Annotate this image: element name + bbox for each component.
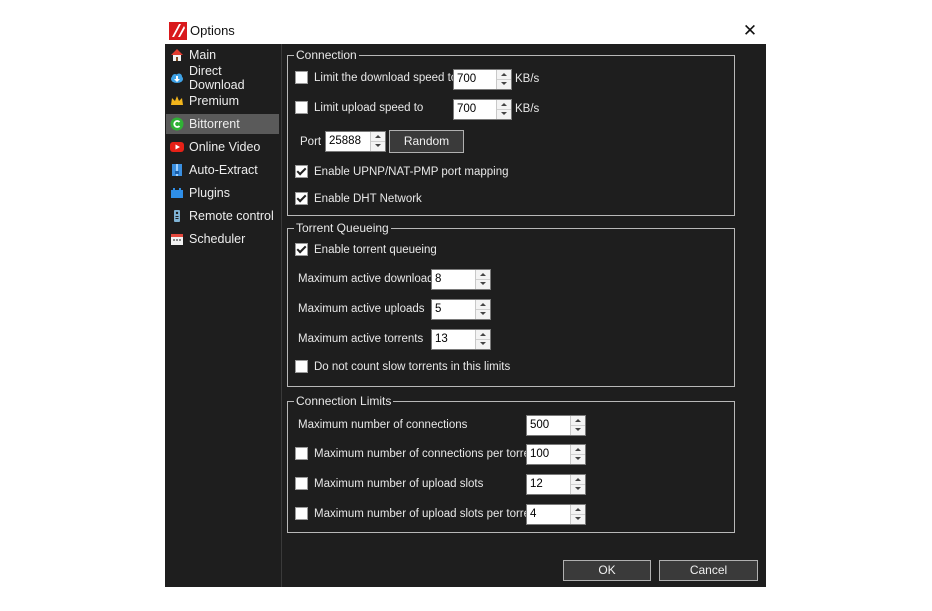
cloud-download-icon — [171, 73, 183, 83]
window-title: Options — [190, 23, 235, 38]
limit-upload-checkbox[interactable] — [295, 101, 308, 114]
upload-slots-checkbox[interactable] — [295, 477, 308, 490]
per-torrent-connections-spinner[interactable]: 100 — [526, 444, 586, 465]
slots-per-torrent-checkbox[interactable] — [295, 507, 308, 520]
max-active-downloads-spinner[interactable]: 8 — [431, 269, 491, 290]
cancel-button[interactable]: Cancel — [659, 560, 758, 581]
archive-icon — [172, 164, 182, 176]
calendar-icon — [171, 234, 183, 245]
sidebar-item-scheduler[interactable]: Scheduler — [166, 229, 279, 249]
max-active-torrents-label: Maximum active torrents — [298, 333, 424, 345]
upload-slots-label: Maximum number of upload slots — [314, 478, 484, 490]
connection-group: Connection Limit the download speed to 7… — [287, 48, 735, 216]
spinner-value: 13 — [435, 333, 448, 345]
decrement-icon[interactable] — [371, 141, 385, 150]
spinner-value: 25888 — [329, 135, 361, 147]
decrement-icon[interactable] — [476, 279, 490, 288]
port-spinner[interactable]: 25888 — [325, 131, 386, 152]
unit-label: KB/s — [515, 103, 540, 115]
upload-slots-spinner[interactable]: 12 — [526, 474, 586, 495]
house-icon — [171, 49, 183, 61]
sidebar-item-premium[interactable]: Premium — [166, 91, 279, 111]
max-active-uploads-label: Maximum active uploads — [298, 303, 425, 315]
app-logo-icon — [169, 22, 187, 40]
group-title: Connection — [294, 48, 359, 62]
sidebar-item-label: Plugins — [189, 186, 230, 200]
sidebar-item-label: Auto-Extract — [189, 163, 258, 177]
upnp-label: Enable UPNP/NAT-PMP port mapping — [314, 166, 509, 178]
sidebar-item-label: Bittorrent — [189, 117, 240, 131]
spinner-value: 100 — [530, 448, 550, 460]
plugin-icon — [171, 188, 183, 198]
limit-download-label: Limit the download speed to — [314, 72, 458, 84]
group-title: Torrent Queueing — [294, 221, 391, 235]
decrement-icon[interactable] — [571, 484, 585, 493]
per-torrent-connections-label: Maximum number of connections per torren… — [314, 448, 540, 460]
limit-upload-label: Limit upload speed to — [314, 102, 424, 114]
decrement-icon[interactable] — [476, 309, 490, 318]
max-connections-spinner[interactable]: 500 — [526, 415, 586, 436]
slow-torrents-checkbox[interactable] — [295, 360, 308, 373]
dht-checkbox[interactable] — [295, 192, 308, 205]
limit-download-spinner[interactable]: 700 — [453, 69, 512, 90]
close-button[interactable]: ✕ — [734, 18, 766, 44]
sidebar-item-label: Premium — [189, 94, 240, 108]
slots-per-torrent-label: Maximum number of upload slots per torre… — [314, 508, 540, 520]
crown-icon — [171, 96, 183, 105]
remote-icon — [174, 210, 180, 222]
max-active-torrents-spinner[interactable]: 13 — [431, 329, 491, 350]
max-active-downloads-label: Maximum active downloads — [298, 273, 440, 285]
random-port-button[interactable]: Random — [389, 130, 464, 153]
limit-upload-spinner[interactable]: 700 — [453, 99, 512, 120]
sidebar-item-main[interactable]: Main — [166, 45, 279, 65]
per-torrent-connections-checkbox[interactable] — [295, 447, 308, 460]
sidebar-item-bittorrent[interactable]: Bittorrent — [166, 114, 279, 134]
decrement-icon[interactable] — [571, 514, 585, 523]
title-bar: Options ✕ — [165, 18, 766, 44]
sidebar-item-plugins[interactable]: Plugins — [166, 183, 279, 203]
torrent-queueing-group: Torrent Queueing Enable torrent queueing… — [287, 221, 735, 387]
sidebar-item-label: Main — [189, 48, 217, 62]
sidebar: Main Direct Download Premium Bittorrent — [165, 44, 282, 587]
decrement-icon[interactable] — [476, 339, 490, 348]
options-window: Options ✕ Main Direct Download Premium B… — [165, 18, 766, 587]
decrement-icon[interactable] — [571, 454, 585, 463]
decrement-icon[interactable] — [497, 109, 511, 118]
sidebar-item-label: Direct Download — [189, 64, 245, 92]
sidebar-item-auto-extract[interactable]: Auto-Extract — [166, 160, 279, 180]
slow-torrents-label: Do not count slow torrents in this limit… — [314, 361, 511, 373]
sidebar-item-remote-control[interactable]: Remote control — [166, 206, 279, 226]
sidebar-item-label: Scheduler — [189, 232, 246, 246]
enable-queueing-checkbox[interactable] — [295, 243, 308, 256]
connection-limits-group: Connection Limits Maximum number of conn… — [287, 394, 735, 533]
bittorrent-icon — [170, 117, 184, 131]
spinner-value: 8 — [435, 273, 442, 285]
sidebar-item-label: Online Video — [189, 140, 261, 154]
port-label: Port — [300, 136, 322, 148]
youtube-icon — [170, 142, 184, 152]
spinner-value: 5 — [435, 303, 442, 315]
limit-download-checkbox[interactable] — [295, 71, 308, 84]
sidebar-item-online-video[interactable]: Online Video — [166, 137, 279, 157]
max-active-uploads-spinner[interactable]: 5 — [431, 299, 491, 320]
sidebar-item-label: Remote control — [189, 209, 274, 223]
spinner-value: 4 — [530, 508, 537, 520]
sidebar-item-direct-download[interactable]: Direct Download — [166, 64, 279, 92]
max-connections-label: Maximum number of connections — [298, 419, 468, 431]
spinner-value: 12 — [530, 478, 543, 490]
decrement-icon[interactable] — [571, 425, 585, 434]
unit-label: KB/s — [515, 73, 540, 85]
decrement-icon[interactable] — [497, 79, 511, 88]
spinner-value: 700 — [457, 73, 477, 85]
enable-queueing-label: Enable torrent queueing — [314, 244, 437, 256]
slots-per-torrent-spinner[interactable]: 4 — [526, 504, 586, 525]
spinner-value: 500 — [530, 419, 550, 431]
ok-button[interactable]: OK — [563, 560, 651, 581]
upnp-checkbox[interactable] — [295, 165, 308, 178]
group-title: Connection Limits — [294, 394, 394, 408]
dht-label: Enable DHT Network — [314, 193, 422, 205]
spinner-value: 700 — [457, 103, 477, 115]
